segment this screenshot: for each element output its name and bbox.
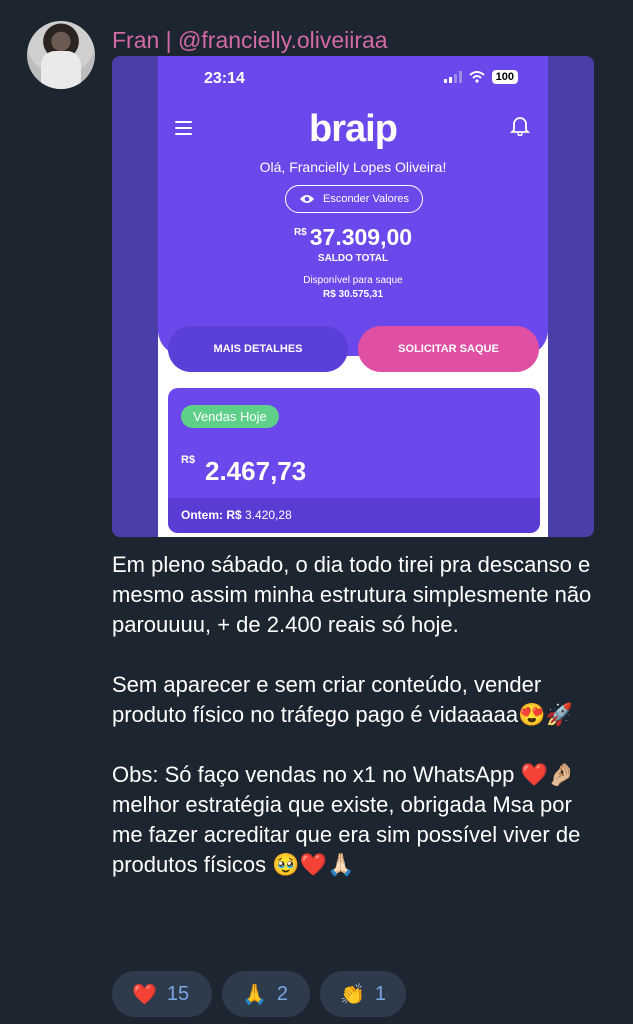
reaction-count: 2 bbox=[276, 982, 289, 1005]
greeting: Olá, Francielly Lopes Oliveira! bbox=[259, 159, 447, 175]
yesterday-value: 3.420,28 bbox=[245, 508, 292, 522]
balance-label: SALDO TOTAL bbox=[317, 253, 389, 264]
sales-today-card: Vendas Hoje R$ 2.467,73 Ontem: R$ 3.420,… bbox=[168, 388, 540, 533]
yesterday-row: Ontem: R$ 3.420,28 bbox=[168, 498, 540, 533]
total-balance: R$ 37.309,00 bbox=[158, 224, 548, 251]
bell-icon bbox=[510, 117, 530, 136]
currency-symbol: R$ bbox=[293, 227, 307, 238]
praying-hands-icon: 🙏 bbox=[242, 983, 267, 1006]
status-icons: 100 bbox=[443, 70, 518, 84]
braip-logo: braip bbox=[309, 108, 398, 150]
sales-today-value: 2.467,73 bbox=[205, 456, 307, 486]
hide-values-button: Esconder Valores bbox=[285, 185, 423, 213]
attached-screenshot[interactable]: 23:14 100 braip Olá, Francielly Lopes Ol… bbox=[112, 56, 594, 537]
hide-values-label: Esconder Valores bbox=[322, 193, 409, 205]
sales-currency: R$ bbox=[181, 454, 196, 466]
reaction-count: 15 bbox=[166, 982, 190, 1005]
reactions-bar: ❤️ 15 🙏 2 👏 1 bbox=[112, 971, 406, 1017]
wifi-icon bbox=[468, 71, 485, 83]
sales-today-badge: Vendas Hoje bbox=[181, 405, 279, 428]
battery-icon: 100 bbox=[491, 70, 518, 84]
balance-value: 37.309,00 bbox=[309, 224, 413, 250]
details-button: MAIS DETALHES bbox=[168, 326, 348, 372]
message-text: Em pleno sábado, o dia todo tirei pra de… bbox=[112, 552, 592, 877]
sender-avatar[interactable] bbox=[27, 21, 95, 89]
reaction-count: 1 bbox=[374, 982, 387, 1005]
status-time: 23:14 bbox=[204, 70, 245, 87]
signal-icon bbox=[443, 71, 462, 83]
reaction-heart[interactable]: ❤️ 15 bbox=[112, 971, 212, 1017]
reaction-clap[interactable]: 👏 1 bbox=[320, 971, 406, 1017]
yesterday-label: Ontem: R$ bbox=[181, 508, 242, 522]
available-label: Disponível para saque bbox=[303, 275, 403, 286]
reaction-pray[interactable]: 🙏 2 bbox=[222, 971, 310, 1017]
sender-name[interactable]: Fran | @francielly.oliveiiraa bbox=[112, 27, 388, 54]
withdraw-button: SOLICITAR SAQUE bbox=[358, 326, 539, 372]
phone-screen: 23:14 100 braip Olá, Francielly Lopes Ol… bbox=[158, 56, 548, 537]
clapping-hands-icon: 👏 bbox=[340, 983, 365, 1006]
eye-icon bbox=[299, 195, 314, 203]
available-value: R$ 30.575,31 bbox=[322, 289, 384, 300]
heart-icon: ❤️ bbox=[132, 983, 157, 1006]
